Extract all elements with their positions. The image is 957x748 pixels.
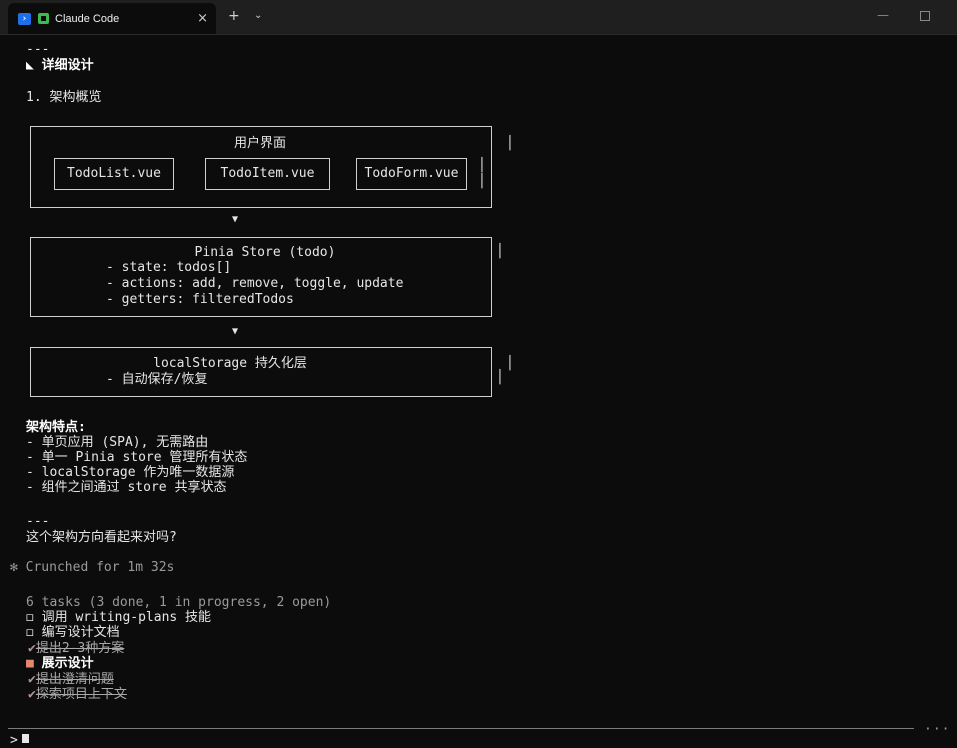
box-edge: │ [478,158,486,173]
check-icon: ✔ [28,672,36,687]
crunched-status: ✻ Crunched for 1m 32s [10,560,175,575]
terminal-tab[interactable]: › Claude Code × [8,3,216,34]
component-label: TodoList.vue [67,166,161,181]
question-text: 这个架构方向看起来对吗? [26,530,177,545]
overflow-dots: ··· [924,722,951,737]
powershell-icon: › [18,12,31,25]
flow-arrow: ▼ [232,214,239,225]
ui-layer-title: 用户界面 [233,136,286,151]
terminal-content[interactable]: --- ◣ 详细设计 1. 架构概览 │ 用户界面 TodoList.vue T… [0,34,957,748]
flow-arrow: ▼ [232,326,239,337]
task-label: 展示设计 [41,656,94,671]
box-edge: │ [478,174,486,189]
open-task-icon: ◻ [26,625,34,640]
section-title: 1. 架构概览 [26,90,102,105]
check-icon: ✔ [28,687,36,702]
check-icon: ✔ [28,641,36,656]
store-title: Pinia Store (todo) [194,245,336,260]
task-label: 提出澄清问题 [35,672,114,687]
task-label: 调用 writing-plans 技能 [41,610,212,625]
text-cursor[interactable] [22,734,29,743]
section-heading: ◣ 详细设计 [26,58,94,73]
store-actions: - actions: add, remove, toggle, update [106,276,404,291]
task-item: ◻ 调用 writing-plans 技能 [26,610,211,626]
component-label: TodoItem.vue [220,166,315,181]
store-getters: - getters: filteredTodos [106,292,294,307]
minimize-icon[interactable]: — [877,8,889,22]
store-state: - state: todos[] [106,260,232,275]
separator-top: --- [26,42,50,57]
input-separator [8,728,914,729]
task-item: ✔探索项目上下文 [28,687,127,703]
box-edge: │ [506,356,514,371]
component-label: TodoForm.vue [364,166,459,181]
title-bar: › Claude Code × + ⌄ — [0,0,957,35]
storage-desc: - 自动保存/恢复 [106,372,208,387]
close-icon[interactable]: × [197,11,208,26]
tab-title: Claude Code [55,12,120,25]
box-edge: │ [496,370,504,385]
feature-item: - 单一 Pinia store 管理所有状态 [26,450,248,465]
task-item: ✔提出澄清问题 [28,672,114,688]
feature-item: - localStorage 作为唯一数据源 [26,465,235,480]
storage-title: localStorage 持久化层 [153,356,307,371]
open-task-icon: ◻ [26,610,34,625]
feature-item: - 单页应用 (SPA), 无需路由 [26,435,209,450]
maximize-icon[interactable] [920,11,930,21]
task-label: 编写设计文档 [41,625,120,640]
feature-item: - 组件之间通过 store 共享状态 [26,480,227,495]
claude-code-icon [38,13,49,24]
chevron-down-icon[interactable]: ⌄ [254,10,262,21]
task-label: 提出2-3种方案 [35,641,125,656]
task-item: ◻ 编写设计文档 [26,625,120,641]
task-item: ✔提出2-3种方案 [28,641,124,657]
storage-layer-box [30,347,492,397]
prompt-marker: > [10,733,18,748]
features-title: 架构特点: [26,420,86,435]
task-label: 探索项目上下文 [35,687,127,702]
task-item: ■ 展示设计 [26,656,94,672]
new-tab-icon[interactable]: + [228,8,240,24]
separator-bottom: --- [26,514,50,529]
tasks-summary: 6 tasks (3 done, 1 in progress, 2 open) [26,595,332,610]
in-progress-icon: ■ [26,656,34,671]
